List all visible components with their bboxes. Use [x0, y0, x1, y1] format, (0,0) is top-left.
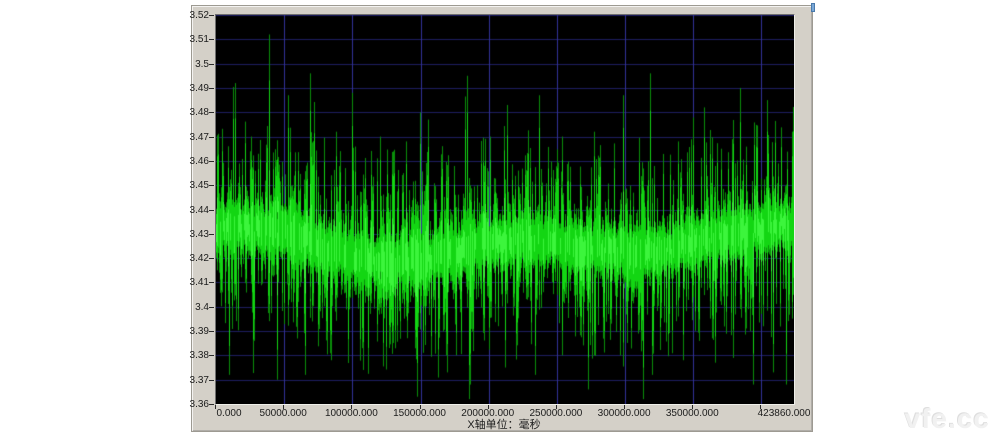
- y-tick-mark: [209, 15, 214, 16]
- x-tick-label: 0.000: [216, 408, 241, 419]
- x-tick-label: 300000.000: [598, 408, 651, 419]
- y-tick-label: 3.36: [175, 399, 209, 410]
- y-tick-mark: [209, 258, 214, 259]
- y-tick-mark: [209, 210, 214, 211]
- y-tick-label: 3.37: [175, 375, 209, 386]
- splitter-handle[interactable]: [811, 3, 815, 12]
- y-tick-mark: [209, 282, 214, 283]
- y-tick-label: 3.39: [175, 326, 209, 337]
- y-tick-mark: [209, 355, 214, 356]
- y-tick-label: 3.52: [175, 10, 209, 21]
- page: X轴单位：毫秒 vfe.cc 3.52 3.51 3.5 3.49 3.48 3.47 3.…: [0, 0, 1000, 441]
- x-tick-label: 100000.000: [325, 408, 378, 419]
- y-tick-label: 3.38: [175, 350, 209, 361]
- x-tick-label: 50000.000: [260, 408, 307, 419]
- y-tick-label: 3.43: [175, 229, 209, 240]
- x-tick-label: 150000.000: [393, 408, 446, 419]
- y-tick-label: 3.4: [175, 302, 209, 313]
- y-tick-mark: [209, 112, 214, 113]
- y-tick-label: 3.46: [175, 156, 209, 167]
- y-tick-mark: [209, 234, 214, 235]
- plot-area: [215, 14, 795, 405]
- y-tick-mark: [209, 404, 214, 405]
- y-tick-mark: [209, 331, 214, 332]
- y-tick-mark: [209, 307, 214, 308]
- y-tick-label: 3.44: [175, 205, 209, 216]
- y-tick-mark: [209, 64, 214, 65]
- y-tick-mark: [209, 39, 214, 40]
- x-tick-label-end: 423860.000: [758, 408, 811, 419]
- x-axis-unit-label: X轴单位：毫秒: [215, 419, 793, 431]
- y-tick-label: 3.5: [175, 59, 209, 70]
- y-tick-label: 3.45: [175, 180, 209, 191]
- y-tick-mark: [209, 380, 214, 381]
- x-tick-label: 200000.000: [461, 408, 514, 419]
- y-tick-label: 3.48: [175, 107, 209, 118]
- y-tick-mark: [209, 161, 214, 162]
- y-tick-label: 3.47: [175, 132, 209, 143]
- y-tick-label: 3.49: [175, 83, 209, 94]
- y-tick-mark: [209, 137, 214, 138]
- y-tick-label: 3.41: [175, 277, 209, 288]
- watermark: vfe.cc: [905, 403, 990, 435]
- waveform-canvas[interactable]: [216, 15, 794, 404]
- x-tick-label: 250000.000: [529, 408, 582, 419]
- y-tick-label: 3.51: [175, 34, 209, 45]
- y-tick-mark: [209, 185, 214, 186]
- x-tick-label: 350000.000: [666, 408, 719, 419]
- y-tick-label: 3.42: [175, 253, 209, 264]
- y-tick-mark: [209, 88, 214, 89]
